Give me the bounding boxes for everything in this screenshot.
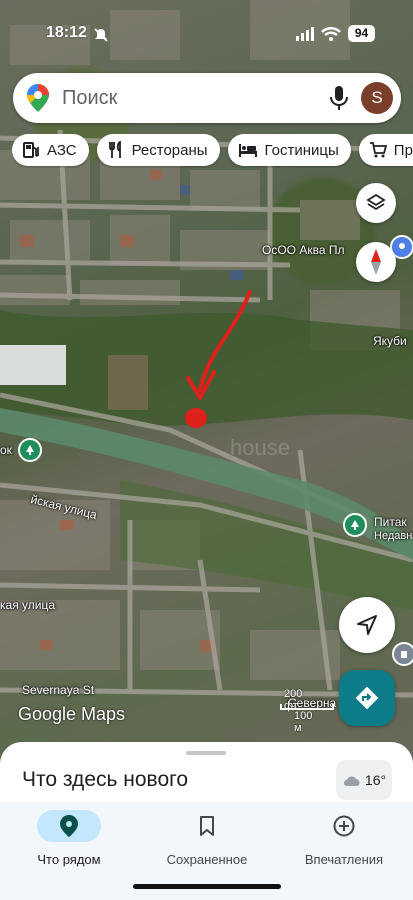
place-poi-marker[interactable] (392, 642, 413, 666)
red-arrow-marker (185, 290, 252, 428)
park-poi-marker[interactable] (343, 513, 367, 537)
map-label-street: Severnaya St (22, 683, 95, 697)
weather-temp: 16° (364, 772, 387, 788)
compass-button[interactable] (356, 242, 396, 282)
nav-label: Впечатления (304, 852, 384, 867)
park-poi-marker[interactable] (18, 438, 42, 462)
wifi-icon (321, 27, 341, 41)
microphone-icon[interactable] (328, 85, 350, 111)
search-bar[interactable]: Поиск S (13, 73, 401, 123)
chip-label: Гостиницы (264, 141, 339, 159)
directions-button[interactable] (339, 670, 395, 726)
chip-hotels[interactable]: Гостиницы (227, 134, 351, 166)
sheet-title: Что здесь нового (22, 768, 189, 791)
google-maps-logo: Google Maps (18, 704, 126, 724)
chip-label: Рестораны (131, 141, 208, 159)
nav-label: Сохраненное (166, 852, 248, 867)
map-label-place[interactable]: ОсОО Аква Пл (262, 243, 344, 257)
layers-button[interactable] (356, 183, 396, 223)
satellite-map[interactable]: house ОсОО Аква Пл Якуби ок йская улица … (0, 0, 413, 770)
nav-contribute[interactable]: Впечатления (275, 810, 413, 867)
weather-chip[interactable]: 16° (336, 760, 392, 800)
nav-explore[interactable]: Что рядом (0, 810, 138, 867)
chip-restaurants[interactable]: Рестораны (96, 134, 220, 166)
map-label-street: кая улица (0, 598, 56, 612)
add-circle-icon (333, 815, 355, 837)
scale-meters: 100 м (294, 710, 313, 734)
nav-saved[interactable]: Сохраненное (138, 810, 276, 867)
search-input[interactable]: Поиск (62, 87, 117, 110)
status-time: 18:12 (46, 24, 87, 41)
chip-shopping[interactable]: Про (358, 134, 413, 166)
compass-icon (371, 249, 381, 275)
directions-icon (355, 686, 379, 710)
cloud-icon (343, 776, 360, 786)
category-chips: АЗС Рестораны Гостиницы Про (12, 134, 413, 168)
signal-icon (296, 27, 314, 41)
location-pin-icon (60, 815, 78, 837)
pin-icon (399, 243, 405, 249)
watermark-text: house (230, 435, 290, 460)
chip-label: АЗС (47, 141, 77, 159)
restaurant-icon (108, 141, 121, 158)
tree-icon (26, 445, 34, 455)
bell-muted-icon (94, 28, 108, 42)
tree-icon (351, 520, 359, 530)
status-bar: 18:12 94 (0, 22, 413, 48)
battery-level: 94 (348, 25, 375, 42)
nav-label: Что рядом (37, 852, 101, 867)
account-avatar[interactable]: S (361, 82, 393, 114)
map-label-place[interactable]: Якуби (373, 334, 407, 348)
map-label-poi[interactable]: Питак (374, 515, 407, 529)
my-location-button[interactable] (339, 597, 395, 653)
map-label-poi-sub: Недавн (374, 530, 413, 542)
layers-icon (366, 193, 386, 211)
home-indicator[interactable] (133, 884, 281, 889)
navigation-arrow-icon (357, 615, 377, 635)
drag-handle[interactable] (186, 751, 226, 755)
building-icon (401, 651, 407, 658)
map-label-poi[interactable]: ок (0, 443, 12, 457)
chip-gas-stations[interactable]: АЗС (12, 134, 89, 166)
cart-icon (369, 142, 387, 158)
gas-station-icon (23, 142, 39, 158)
hotel-icon (238, 144, 257, 157)
chip-label: Про (393, 141, 413, 159)
bookmark-icon (200, 816, 214, 836)
maps-logo-icon (27, 84, 49, 112)
